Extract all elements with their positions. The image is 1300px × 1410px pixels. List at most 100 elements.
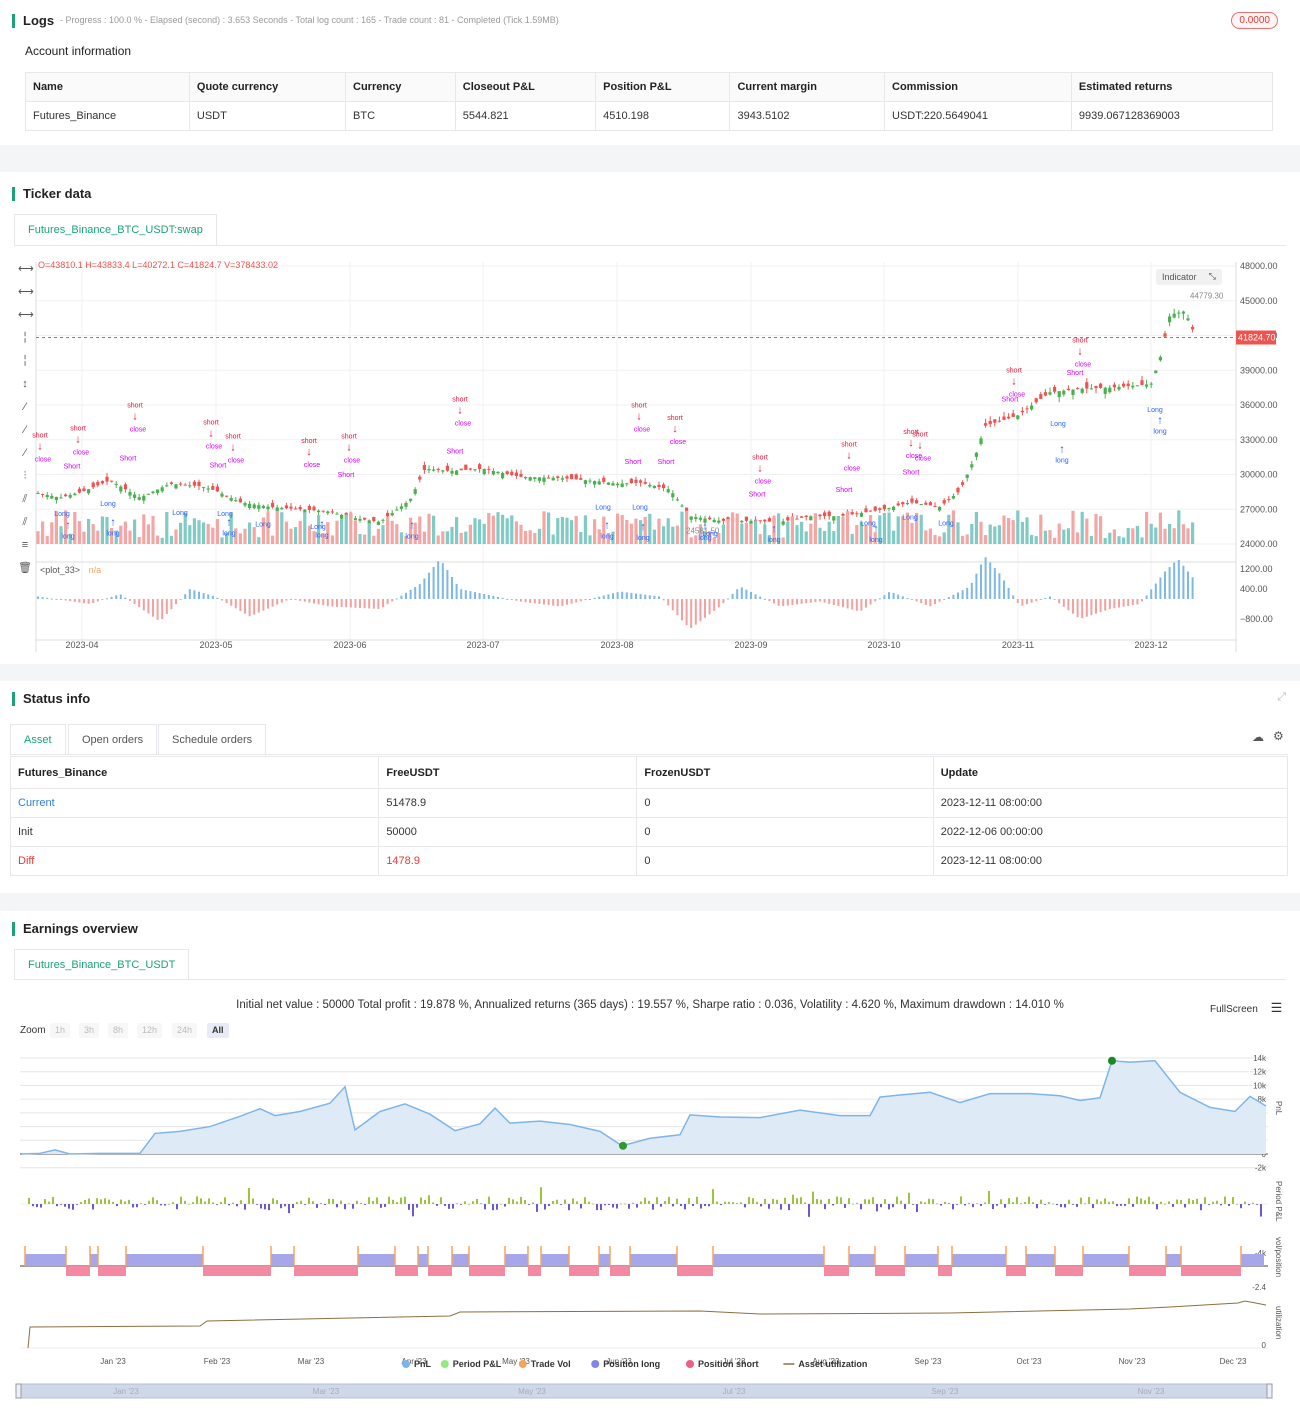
candle-body [317,510,321,513]
zoom-24h[interactable]: 24h [172,1023,198,1038]
candle-body [372,517,376,522]
tab-earnings-pair[interactable]: Futures_Binance_BTC_USDT [14,949,190,980]
osc-bar [1168,567,1171,599]
osc-bar [78,599,81,603]
volume-bar [36,531,40,544]
volume-bar [1039,514,1043,544]
osc-bar [869,599,872,605]
entry-signal-label: Long [938,520,954,527]
month-tick-label: Oct '23 [1016,1357,1042,1366]
candle-body [721,518,725,521]
period-pnl-bar [184,1200,186,1204]
period-pnl-bar [944,1201,946,1204]
period-pnl-bar [448,1204,450,1209]
osc-bar [1044,598,1047,600]
volume-bar [551,534,555,544]
osc-bar [750,592,752,599]
period-pnl-bar [912,1204,914,1205]
period-pnl-bar [1048,1202,1050,1204]
period-pnl-bar [584,1197,586,1204]
menu-icon[interactable]: ☰ [1271,1000,1283,1015]
zoom-8h[interactable]: 8h [108,1023,129,1038]
gear-icon[interactable]: ⚙ [1273,729,1284,743]
entry-signal-label: Long [702,531,718,538]
volume-bar [1053,537,1057,544]
indicator-button[interactable]: Indicator ⤡ [1156,269,1222,285]
volume-bar [988,524,992,544]
volume-bar [1071,510,1075,544]
zoom-3h[interactable]: 3h [79,1023,100,1038]
candle-body [133,494,137,498]
volume-bar [1140,537,1144,544]
osc-bar [124,597,127,599]
candle-body [487,469,491,471]
volume-bar [133,519,137,544]
candle-body [1016,415,1020,419]
candle-body [1108,387,1112,393]
osc-bar [966,587,969,599]
cloud-download-icon[interactable]: ☁ [1252,730,1264,744]
zoom-All[interactable]: All [207,1023,229,1038]
period-pnl-bar [124,1201,126,1204]
period-pnl-bar [368,1197,370,1204]
long-signal-label: long [767,537,780,544]
legend-item: Asset utilization [798,1359,867,1369]
candle-body [445,465,449,471]
osc-bar [874,599,877,602]
volume-bar [537,528,541,544]
osc-bar [911,599,913,600]
zoom-12h[interactable]: 12h [137,1023,163,1038]
period-pnl-bar [400,1197,402,1204]
volume-bar [367,523,371,544]
zoom-1h[interactable]: 1h [50,1023,71,1038]
period-pnl-bar [1112,1201,1114,1204]
candle-body [818,514,822,517]
entry-signal-label: Short [338,472,355,479]
period-pnl-bar [492,1204,494,1211]
volume-bar [813,513,817,544]
candle-body [997,420,1001,422]
candle-body [901,502,905,505]
short-signal-label: short [452,397,468,404]
collapse-icon[interactable]: ⤡ [1209,271,1216,282]
osc-bar [805,599,808,604]
period-pnl-bar [208,1198,210,1204]
period-pnl-bar [484,1204,486,1210]
period-pnl-bar [920,1201,922,1204]
expand-icon[interactable]: ⤢ [1277,691,1286,704]
table-row: Diff 1478.9 0 2023-12-11 08:00:00 [9,846,1289,876]
candle-body [91,482,95,488]
volume-bar [809,523,813,544]
tab-open-orders[interactable]: Open orders [68,724,158,755]
fullscreen-button[interactable]: FullScreen ☰ [1210,1000,1282,1016]
candle-body [1039,394,1043,399]
volume-bar [574,515,578,544]
volume-bar [294,527,298,544]
period-pnl-bar [1180,1199,1182,1204]
period-pnl-bar [548,1204,550,1206]
osc-bar [142,599,145,611]
period-pnl-bar [1064,1204,1066,1208]
candle-body [1002,416,1006,420]
period-pnl-bar [960,1196,962,1204]
volume-bar [740,523,744,544]
tab-asset[interactable]: Asset [10,724,66,755]
volume-bar [556,518,560,544]
osc-bar [101,599,104,600]
candle-body [220,493,224,497]
short-signal-label: short [1072,337,1088,344]
tab-ticker-swap[interactable]: Futures_Binance_BTC_USDT:swap [14,214,217,245]
volume-bar [192,518,196,544]
candle-body [1007,416,1011,419]
period-pnl-bar [1000,1199,1002,1204]
position-long-block [505,1254,528,1266]
price-tick-label: 39000.00 [1240,365,1278,375]
osc-bar [322,599,325,606]
legend-item: Position short [698,1359,759,1369]
candle-body [570,474,574,479]
period-pnl-bar [1132,1204,1134,1207]
tab-schedule-orders[interactable]: Schedule orders [158,724,267,755]
asset-col-header: FrozenUSDT [636,756,934,789]
period-pnl-bar [76,1204,78,1205]
candle-body [73,493,77,496]
